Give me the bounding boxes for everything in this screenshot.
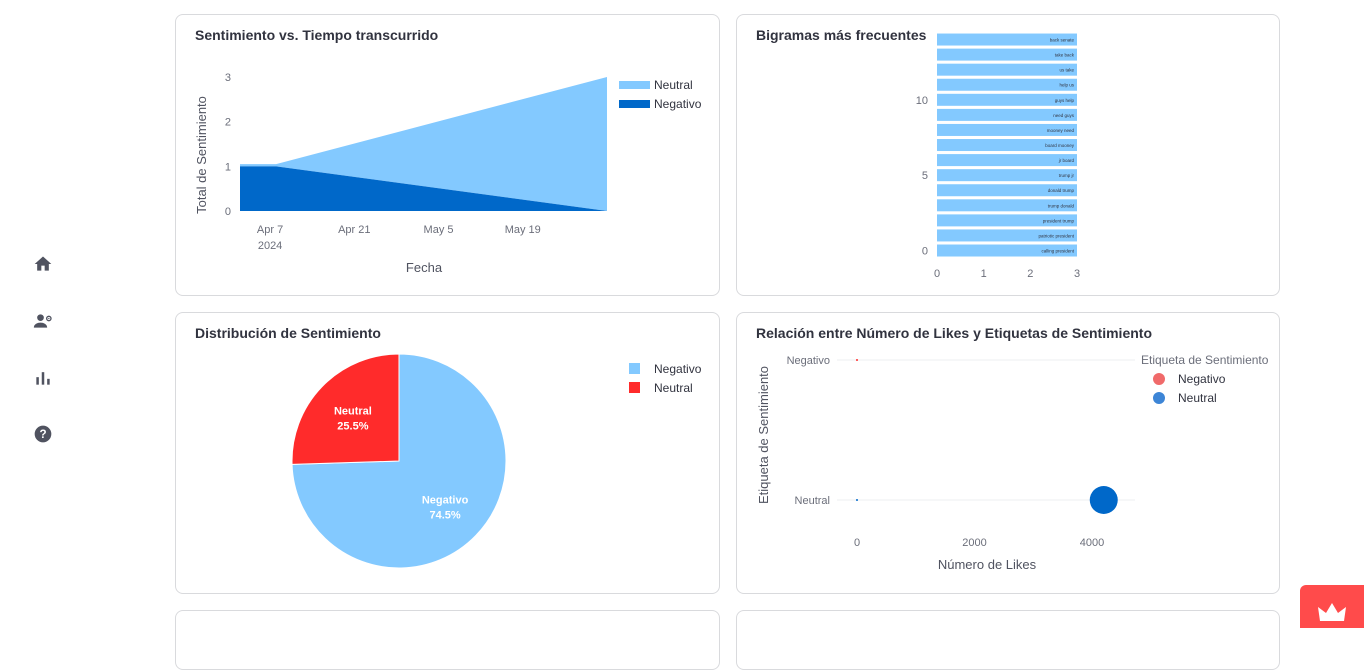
pie-slice-percent: 25.5% (337, 420, 368, 432)
svg-text:?: ? (39, 428, 46, 441)
scatter-legend-marker (1153, 392, 1165, 404)
bigram-bar-label: president trump (1043, 218, 1075, 223)
area-y-tick: 3 (225, 72, 231, 84)
scatter-x-tick: 0 (854, 537, 860, 549)
bigram-bar-label: trump jr (1059, 173, 1075, 178)
bigram-bar-label: us take (1059, 68, 1074, 73)
pie-legend-label: Neutral (654, 381, 693, 395)
bigram-bar-label: board mooney (1045, 143, 1075, 148)
bigram-chart: calling president patriotic president pres… (916, 33, 1080, 280)
home-icon[interactable] (33, 254, 53, 274)
bigram-bar-label: back senate (1050, 38, 1075, 43)
bigram-x-tick: 3 (1074, 268, 1080, 280)
area-y-tick: 2 (225, 117, 231, 129)
area-y-label: Total de Sentimiento (194, 96, 209, 214)
streamlit-badge[interactable] (1300, 585, 1364, 628)
partial-card-right (736, 610, 1280, 670)
bigram-bar-label: donald trump (1048, 188, 1075, 193)
bigram-bar (937, 154, 1077, 167)
area-x-tick: Apr 21 (338, 224, 370, 236)
pie-chart: Negativo 74.5% Neutral 25.5% Negativo Neutral (291, 353, 702, 569)
pie-legend-swatch (629, 363, 640, 374)
bigram-bar (937, 63, 1077, 76)
bigram-bar-label: calling president (1041, 249, 1074, 254)
pie-slice-label: Negativo (422, 495, 469, 507)
crown-icon (1318, 603, 1346, 621)
bigram-bar-label: take back (1055, 53, 1075, 58)
scatter-legend-label: Negativo (1178, 372, 1226, 386)
sentiment-time-card: Sentimiento vs. Tiempo transcurrido 0123… (175, 14, 720, 296)
bigram-y-tick: 10 (916, 95, 928, 107)
scatter-x-tick: 2000 (962, 537, 986, 549)
scatter-legend-label: Neutral (1178, 391, 1217, 405)
scatter-point (856, 359, 858, 361)
area-x-tick: Apr 7 (257, 224, 283, 236)
pie-legend-swatch (629, 382, 640, 393)
area-legend-swatch (619, 81, 650, 89)
pie-legend-label: Negativo (654, 362, 702, 376)
bigram-x-tick: 1 (981, 268, 987, 280)
scatter-y-label: Etiqueta de Sentimiento (756, 366, 771, 504)
area-x-tick: May 5 (424, 224, 454, 236)
pie-slice-label: Neutral (334, 405, 372, 417)
bigram-bar (937, 78, 1077, 91)
bigram-bar-label: guys help (1055, 98, 1075, 103)
bigrams-card: Bigramas más frecuentes calling presiden… (736, 14, 1280, 296)
sentiment-distribution-card: Distribución de Sentimiento Negativo 74.5… (175, 312, 720, 594)
bigram-bar-label: patriotic president (1038, 233, 1074, 238)
scatter-point (856, 499, 858, 501)
area-x-tick: May 19 (505, 224, 541, 236)
bar-chart-icon[interactable] (33, 368, 53, 388)
pie-slice-percent: 74.5% (430, 510, 461, 522)
scatter-y-tick: Negativo (787, 355, 830, 367)
area-x-label: Fecha (406, 260, 443, 275)
partial-card-left (175, 610, 720, 670)
bigram-bar-label: need guys (1053, 113, 1075, 118)
area-legend-swatch (619, 100, 650, 108)
bigram-y-tick: 5 (922, 170, 928, 182)
likes-sentiment-card: Relación entre Número de Likes y Etiquet… (736, 312, 1280, 594)
scatter-y-tick: Neutral (795, 495, 830, 507)
area-legend-label: Negativo (654, 97, 702, 111)
bigram-bar-label: mooney need (1047, 128, 1075, 133)
scatter-x-tick: 4000 (1080, 537, 1104, 549)
scatter-chart: Negativo Neutral 0 2000 4000 Número de Likes E… (756, 353, 1269, 572)
area-y-tick: 1 (225, 161, 231, 173)
bigram-bar-label: help us (1059, 83, 1074, 88)
bigram-bar-label: trump donald (1048, 203, 1075, 208)
bigram-bar (937, 169, 1077, 182)
area-chart: 0 1 2 3 Apr 7 Apr 21 May 5 May 19 2024 Fecha Total… (194, 72, 702, 275)
scatter-legend-marker (1153, 373, 1165, 385)
bigram-bar-label: jr board (1058, 158, 1075, 163)
scatter-point (1089, 486, 1118, 514)
bigram-x-tick: 0 (934, 268, 940, 280)
area-y-tick: 0 (225, 206, 231, 218)
area-x-tick-year: 2024 (258, 240, 282, 252)
bigram-y-tick: 0 (922, 246, 928, 258)
scatter-legend-title: Etiqueta de Sentimiento (1141, 353, 1269, 367)
bigram-x-tick: 2 (1027, 268, 1033, 280)
user-settings-icon[interactable] (33, 311, 53, 331)
help-icon[interactable]: ? (33, 424, 53, 444)
area-legend-label: Neutral (654, 78, 693, 92)
scatter-x-label: Número de Likes (938, 557, 1037, 572)
